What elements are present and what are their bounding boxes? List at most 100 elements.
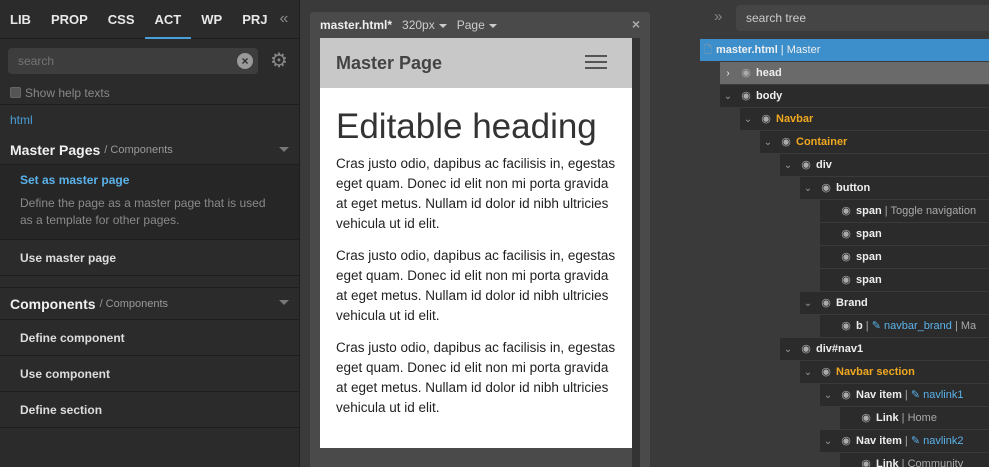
eye-icon[interactable]: ◉ bbox=[796, 338, 816, 360]
chevron-down-icon[interactable]: ⌄ bbox=[820, 385, 836, 406]
node-name: Container bbox=[796, 136, 848, 148]
tab-css[interactable]: CSS bbox=[98, 0, 145, 39]
menu-icon[interactable] bbox=[585, 55, 607, 71]
paragraph[interactable]: Cras justo odio, dapibus ac facilisis in… bbox=[336, 246, 616, 326]
caret-down-icon bbox=[488, 23, 497, 28]
paragraph[interactable]: Cras justo odio, dapibus ac facilisis in… bbox=[336, 154, 616, 234]
chevron-down-icon[interactable]: ⌄ bbox=[740, 109, 756, 130]
tree-node-head[interactable]: › ◉ head bbox=[720, 62, 989, 84]
tree-node-navbar-section[interactable]: ⌄ ◉ Navbar section bbox=[800, 361, 989, 383]
eye-icon[interactable]: ◉ bbox=[836, 200, 856, 222]
tree-node-navbar[interactable]: ⌄ ◉ Navbar bbox=[740, 108, 989, 130]
tree-node-link[interactable]: ◉ Link | Community bbox=[840, 453, 989, 467]
eye-icon[interactable]: ◉ bbox=[736, 85, 756, 107]
chevron-down-icon[interactable]: ⌄ bbox=[800, 293, 816, 314]
action-use-component[interactable]: Use component bbox=[0, 356, 299, 392]
eye-icon[interactable]: ◉ bbox=[856, 407, 876, 429]
app-root: LIB PROP CSS ACT WP PRJ « × ⚙ Show help … bbox=[0, 0, 989, 467]
action-define-component[interactable]: Define component bbox=[0, 320, 299, 356]
tree-node-nav-item[interactable]: ⌄ ◉ Nav item | ✎ navlink1 bbox=[820, 384, 989, 406]
tab-act[interactable]: ACT bbox=[144, 0, 192, 39]
eye-icon[interactable]: ◉ bbox=[836, 430, 856, 452]
eye-icon[interactable]: ◉ bbox=[816, 177, 836, 199]
tree-node-link[interactable]: ◉ Link | Home bbox=[840, 407, 989, 429]
preview-navbar[interactable]: Master Page bbox=[320, 38, 632, 88]
search-row: × ⚙ bbox=[0, 39, 299, 81]
page-frame[interactable]: Master Page Editable heading Cras justo … bbox=[320, 38, 632, 448]
eye-icon[interactable]: ◉ bbox=[856, 453, 876, 467]
tab-lib[interactable]: LIB bbox=[0, 0, 41, 39]
tab-prj[interactable]: PRJ bbox=[232, 0, 277, 39]
eye-icon[interactable]: ◉ bbox=[836, 269, 856, 291]
eye-icon[interactable]: ◉ bbox=[816, 292, 836, 314]
node-link[interactable]: ✎ navlink2 bbox=[911, 435, 964, 447]
document-name[interactable]: master.html* bbox=[320, 18, 392, 32]
action-set-master-page[interactable]: Set as master page Define the page as a … bbox=[0, 165, 299, 240]
tree-node-button[interactable]: ⌄ ◉ button bbox=[800, 177, 989, 199]
viewport-size-dropdown[interactable]: 320px bbox=[402, 18, 447, 32]
node-link[interactable]: ✎ navlink1 bbox=[911, 389, 964, 401]
node-name: span bbox=[856, 205, 882, 217]
chevron-down-icon[interactable]: ⌄ bbox=[780, 155, 796, 176]
eye-icon[interactable]: ◉ bbox=[836, 223, 856, 245]
node-name: b bbox=[856, 320, 863, 332]
navbar-brand[interactable]: Master Page bbox=[336, 53, 442, 74]
help-checkbox[interactable] bbox=[10, 87, 21, 98]
paragraph[interactable]: Cras justo odio, dapibus ac facilisis in… bbox=[336, 338, 616, 418]
eye-icon[interactable]: ◉ bbox=[816, 361, 836, 383]
eye-icon[interactable]: ◉ bbox=[756, 108, 776, 130]
node-separator: | bbox=[901, 389, 911, 401]
expand-panel-icon[interactable]: » bbox=[714, 8, 722, 25]
tree-node-div-nav1[interactable]: ⌄ ◉ div#nav1 bbox=[780, 338, 989, 360]
eye-icon[interactable]: ◉ bbox=[836, 246, 856, 268]
section-components[interactable]: Components / Components bbox=[0, 288, 299, 320]
tree-node-container[interactable]: ⌄ ◉ Container bbox=[760, 131, 989, 153]
chevron-down-icon[interactable]: ⌄ bbox=[720, 86, 736, 107]
section-subtitle: / Components bbox=[99, 297, 169, 310]
node-name: body bbox=[756, 90, 783, 102]
collapse-panel-icon[interactable]: « bbox=[280, 10, 289, 28]
tree-node-brand[interactable]: ⌄ ◉ Brand bbox=[800, 292, 989, 314]
action-label: Define component bbox=[20, 331, 125, 345]
chevron-down-icon[interactable]: ⌄ bbox=[800, 178, 816, 199]
eye-icon[interactable]: ◉ bbox=[836, 315, 856, 337]
editable-heading[interactable]: Editable heading bbox=[336, 106, 616, 148]
help-toggle-row[interactable]: Show help texts bbox=[0, 81, 299, 105]
tree-node-master[interactable]: 🗋 master.html | Master bbox=[700, 39, 989, 61]
tab-wp[interactable]: WP bbox=[191, 0, 232, 39]
tree-node-body[interactable]: ⌄ ◉ body bbox=[720, 85, 989, 107]
section-master-pages[interactable]: Master Pages / Components bbox=[0, 135, 299, 165]
chevron-down-icon[interactable]: ⌄ bbox=[820, 431, 836, 452]
eye-icon[interactable]: ◉ bbox=[776, 131, 796, 153]
breadcrumb[interactable]: html bbox=[0, 105, 299, 135]
tree-node-nav-item[interactable]: ⌄ ◉ Nav item | ✎ navlink2 bbox=[820, 430, 989, 452]
gear-icon[interactable]: ⚙ bbox=[268, 50, 290, 72]
eye-icon[interactable]: ◉ bbox=[736, 62, 756, 84]
action-label: Use component bbox=[20, 367, 111, 381]
tab-prop[interactable]: PROP bbox=[41, 0, 98, 39]
node-name: span bbox=[856, 228, 882, 240]
tree-node-span[interactable]: ◉ span bbox=[820, 246, 989, 268]
clear-search-icon[interactable]: × bbox=[237, 53, 253, 69]
close-icon[interactable]: × bbox=[632, 16, 640, 32]
eye-icon[interactable]: ◉ bbox=[796, 154, 816, 176]
tree-node-span[interactable]: ◉ span bbox=[820, 269, 989, 291]
tree-node-span[interactable]: ◉ span bbox=[820, 223, 989, 245]
tree-node-span[interactable]: ◉ span | Toggle navigation bbox=[820, 200, 989, 222]
section-subtitle: / Components bbox=[104, 143, 173, 156]
action-use-master-page[interactable]: Use master page bbox=[0, 240, 299, 276]
chevron-down-icon[interactable]: ⌄ bbox=[800, 362, 816, 383]
tree-node-div[interactable]: ⌄ ◉ div bbox=[780, 154, 989, 176]
chevron-down-icon[interactable]: ⌄ bbox=[780, 339, 796, 360]
preview-toolbar: master.html* 320px Page × bbox=[310, 12, 650, 38]
mode-dropdown[interactable]: Page bbox=[457, 18, 497, 32]
search-input[interactable] bbox=[8, 48, 258, 74]
chevron-right-icon[interactable]: › bbox=[720, 63, 736, 84]
eye-icon[interactable]: ◉ bbox=[836, 384, 856, 406]
tree-node-b[interactable]: ◉ b | ✎ navbar_brand | Ma bbox=[820, 315, 989, 337]
node-link[interactable]: ✎ navbar_brand bbox=[872, 320, 952, 332]
action-define-section[interactable]: Define section bbox=[0, 392, 299, 428]
tree-search-input[interactable]: search tree bbox=[736, 5, 989, 31]
chevron-down-icon[interactable]: ⌄ bbox=[760, 132, 776, 153]
node-sub: Master bbox=[786, 44, 821, 56]
